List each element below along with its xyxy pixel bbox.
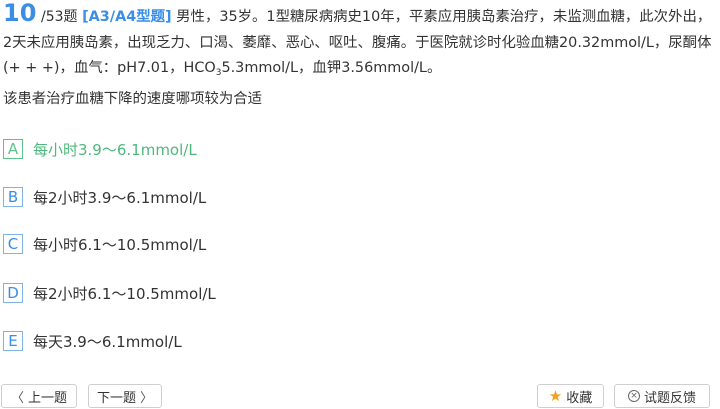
star-icon: ★ (548, 387, 563, 405)
question-prompt: 该患者治疗血糖下降的速度哪项较为合适 (3, 90, 263, 107)
option-e[interactable]: E 每天3.9～6.1mmol/L (3, 329, 182, 353)
prev-button[interactable]: 〈 上一题 (1, 384, 77, 408)
option-text: 每2小时6.1～10.5mmol/L (33, 284, 216, 303)
chevron-left-icon: 〈 (10, 390, 24, 406)
chevron-right-icon: 〉 (140, 390, 154, 406)
feedback-button[interactable]: × 试题反馈 (614, 384, 710, 408)
option-d[interactable]: D 每2小时6.1～10.5mmol/L (3, 281, 216, 305)
question-type: [A3/A4型题] (82, 9, 172, 25)
prev-label: 上一题 (28, 390, 68, 406)
option-letter: A (3, 139, 23, 159)
option-text: 每天3.9～6.1mmol/L (33, 332, 182, 351)
feedback-label: 试题反馈 (643, 390, 696, 406)
option-c[interactable]: C 每小时6.1～10.5mmol/L (3, 232, 206, 256)
option-letter: D (3, 283, 23, 303)
next-label: 下一题 (96, 390, 136, 406)
option-letter: C (3, 234, 23, 254)
question-stem-text-end: 5.3mmol/L，血钾3.56mmol/L。 (221, 60, 442, 76)
option-b[interactable]: B 每2小时3.9～6.1mmol/L (3, 185, 206, 209)
favorite-label: 收藏 (566, 390, 593, 406)
option-a[interactable]: A 每小时3.9～6.1mmol/L (3, 137, 197, 161)
option-text: 每2小时3.9～6.1mmol/L (33, 188, 207, 207)
question-total: /53题 (40, 9, 78, 25)
option-text: 每小时6.1～10.5mmol/L (33, 235, 207, 254)
next-button[interactable]: 下一题 〉 (88, 384, 162, 408)
option-text: 每小时3.9～6.1mmol/L (33, 140, 197, 159)
option-letter: B (3, 187, 23, 207)
favorite-button[interactable]: ★ 收藏 (537, 384, 604, 408)
question-block: 10 /53题 [A3/A4型题] 男性，35岁。1型糖尿病病史10年，平素应用… (3, 0, 715, 112)
close-circle-icon: × (627, 390, 640, 402)
question-number: 10 (3, 0, 37, 27)
option-letter: E (3, 331, 23, 351)
